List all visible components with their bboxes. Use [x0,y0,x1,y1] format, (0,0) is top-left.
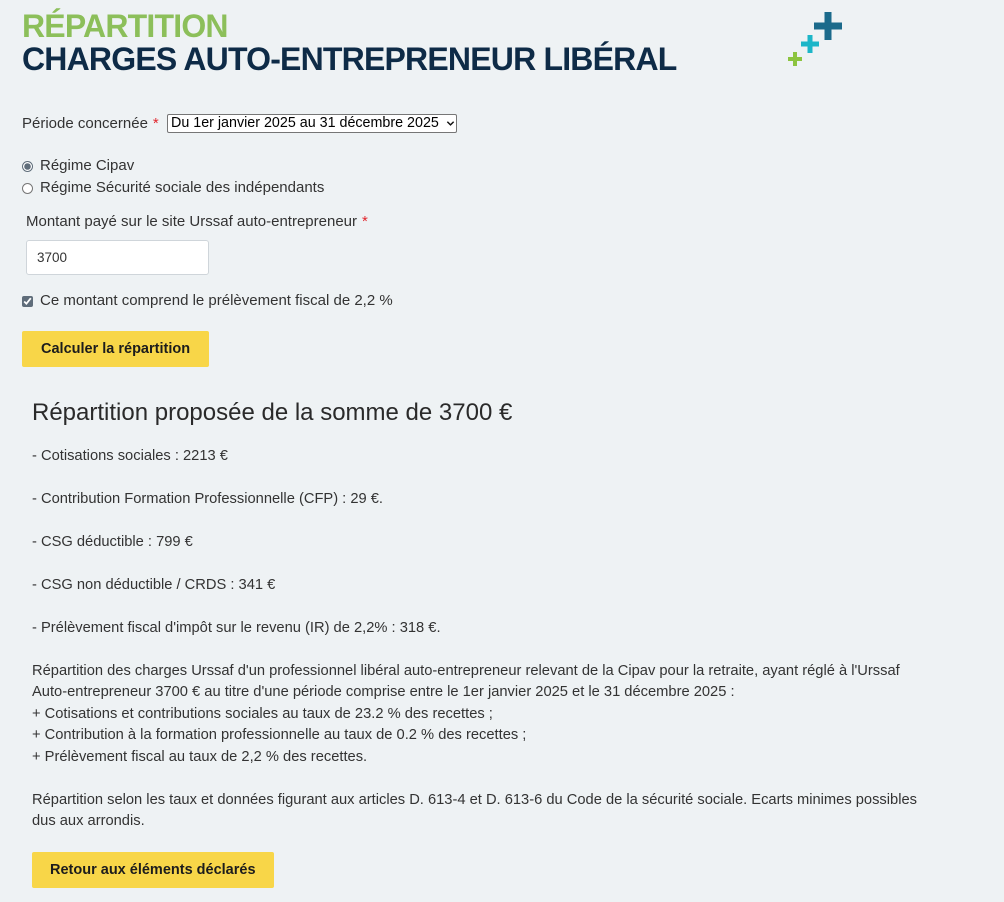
period-select[interactable]: Du 1er janvier 2025 au 31 décembre 2025 [167,114,457,133]
results-section: Répartition proposée de la somme de 3700… [32,398,932,888]
results-heading: Répartition proposée de la somme de 3700… [32,399,513,426]
summary-item: + Contribution à la formation profession… [32,727,527,743]
large-plus-icon [814,12,842,40]
required-asterisk: * [362,213,368,230]
medium-plus-icon [801,35,819,53]
summary-item: + Cotisations et contributions sociales … [32,705,493,722]
summary-item: + Prélèvement fiscal au taux de 2,2 % de… [32,748,368,765]
result-line-cotisations: - Cotisations sociales : 2213 € [32,447,228,464]
back-button[interactable]: Retour aux éléments déclarés [32,852,274,888]
regime-ssi-radio[interactable] [22,182,33,194]
period-label: Période concernée [22,115,148,132]
amount-field-label: Montant payé sur le site Urssaf auto-ent… [26,212,368,232]
page-title-line1: RÉPARTITION [22,8,229,44]
period-select-container: Du 1er janvier 2025 au 31 décembre 2025 [167,114,457,133]
summary-intro: Répartition des charges Urssaf d'un prof… [32,662,900,701]
small-plus-icon [788,52,802,66]
result-line-csg-deductible: - CSG déductible : 799 € [32,533,193,550]
result-line-csg-crds: - CSG non déductible / CRDS : 341 € [32,576,276,593]
result-line-cfp: - Contribution Formation Professionnelle… [32,490,384,507]
summary-paragraph: Répartition des charges Urssaf d'un prof… [32,661,932,769]
amount-label: Montant payé sur le site Urssaf auto-ent… [26,213,358,230]
regime-option-ssi[interactable]: Régime Sécurité sociale des indépendants [22,178,324,198]
regime-cipav-radio[interactable] [22,160,33,172]
includes-tax-option[interactable]: Ce montant comprend le prélèvement fisca… [22,291,393,311]
regime-option-cipav[interactable]: Régime Cipav [22,156,134,176]
page-title-line2: CHARGES AUTO-ENTREPRENEUR LIBÉRAL [22,41,677,77]
amount-input[interactable] [26,240,209,275]
plus-crosses-logo-icon [788,12,842,66]
required-asterisk: * [152,115,159,132]
includes-tax-checkbox[interactable] [22,295,33,307]
includes-tax-label: Ce montant comprend le prélèvement fisca… [40,292,393,309]
regime-option-label: Régime Cipav [40,157,135,174]
period-field-label: Période concernée * [22,114,159,134]
result-line-prelevement: - Prélèvement fiscal d'impôt sur le reve… [32,619,441,636]
regime-option-label: Régime Sécurité sociale des indépendants [40,179,325,196]
calculation-note: Répartition selon les taux et données fi… [32,791,917,830]
calculate-button[interactable]: Calculer la répartition [22,331,210,367]
page: RÉPARTITION CHARGES AUTO-ENTREPRENEUR LI… [0,0,1004,902]
